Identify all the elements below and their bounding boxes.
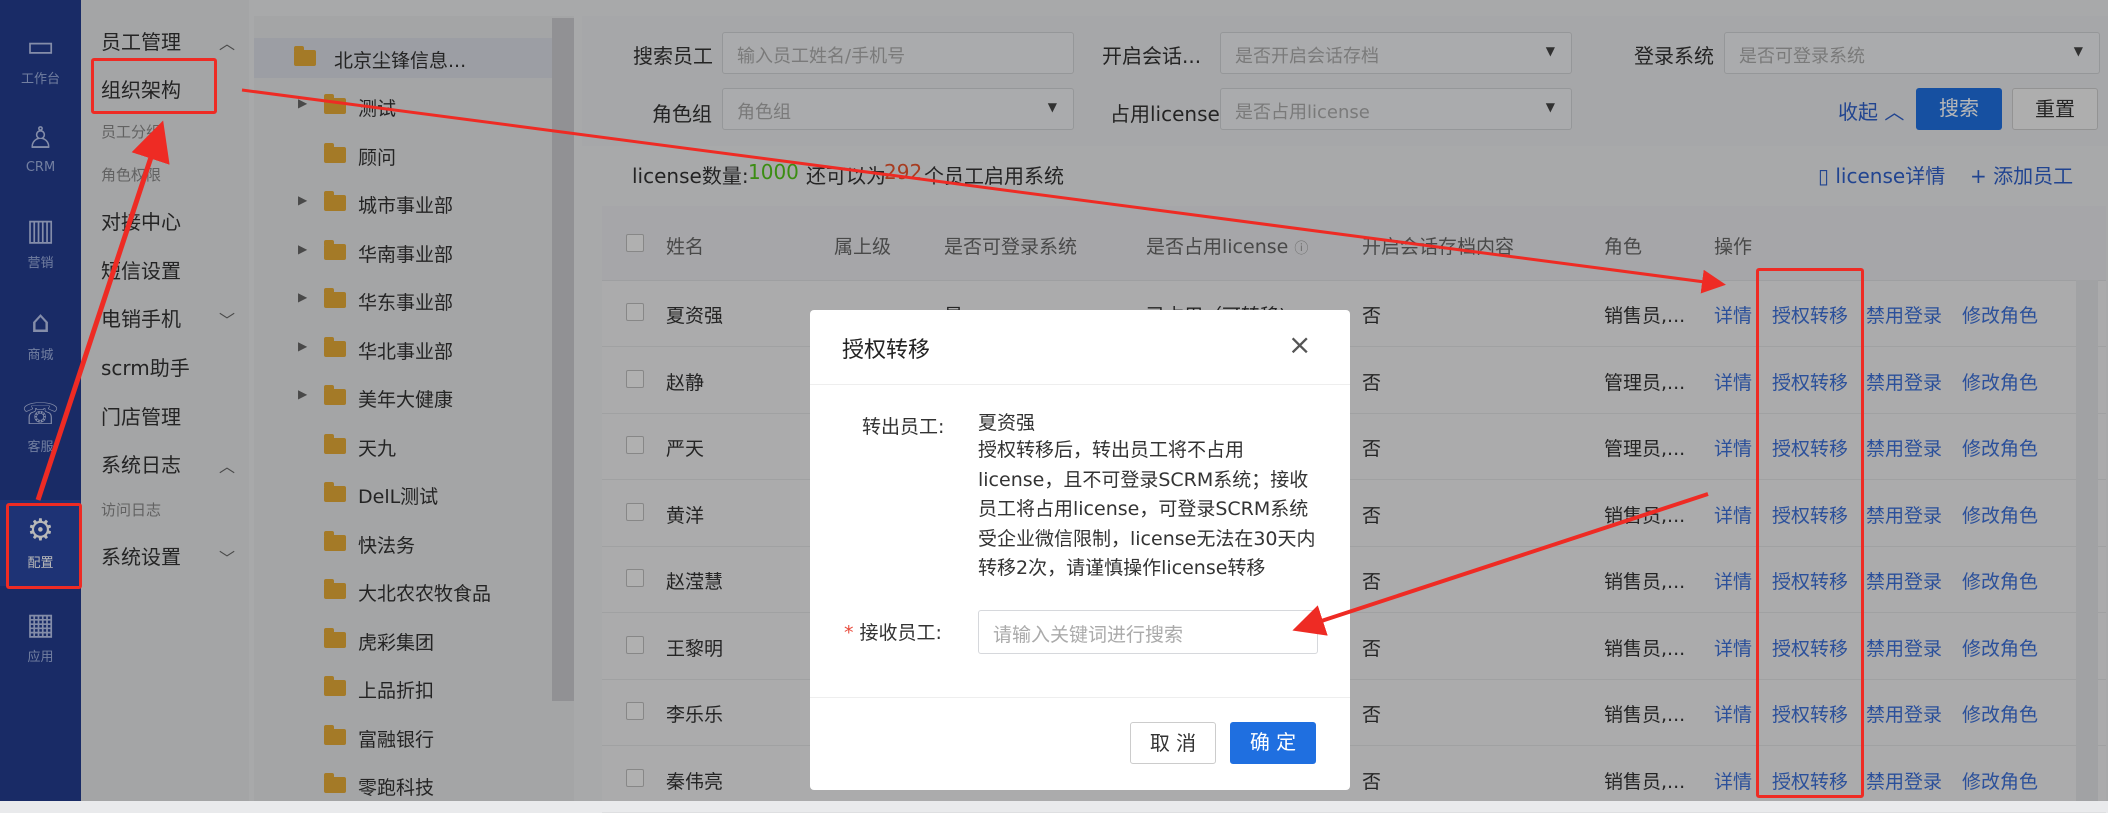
annotation-arrows: [35, 88, 1726, 636]
arrow-org-to-transfer: [241, 88, 1726, 294]
arrow-config-to-org: [35, 120, 170, 501]
arrow-transfer-to-input: [1292, 492, 1709, 636]
